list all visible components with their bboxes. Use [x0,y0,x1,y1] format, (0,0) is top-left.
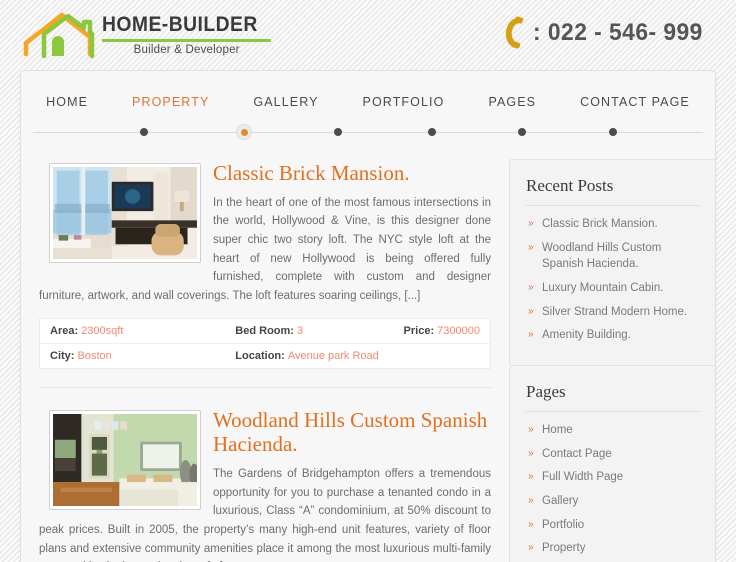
price-value: 7300000 [437,324,480,337]
list-item-label: Classic Brick Mansion. [542,218,658,230]
property-post: Classic Brick Mansion. In the heart of o… [39,159,491,369]
list-item-label: Woodland Hills Custom Spanish Hacienda. [542,241,662,271]
chevron-right-icon: » [528,241,534,253]
table-row: City: Boston Location: Avenue park Road [39,342,491,369]
bedroom-value: 3 [297,324,304,337]
list-item[interactable]: » Amenity Building. [526,327,700,351]
list-item[interactable]: » Home [526,422,700,446]
nav-dot-rail [33,121,703,143]
house-logo-icon [23,12,95,59]
nav-dot-pages[interactable] [518,128,527,136]
list-item-label: Luxury Mountain Cabin. [542,282,664,295]
nav-item-pages[interactable]: PAGES [466,95,558,109]
table-row: Area: 2300sqft Bed Room: 3 Price: 730000… [40,318,491,343]
area-value: 2300sqft [81,324,124,337]
property-details-table: Area: 2300sqft Bed Room: 3 Price: 730000… [39,317,491,369]
content-row: Classic Brick Mansion. In the heart of o… [21,143,715,562]
chevron-right-icon: » [528,424,534,436]
bedroom-label: Bed Room: [235,324,294,337]
logo-wordmark: HOME-BUILDER Builder & Developer [102,10,272,57]
city-value: Boston [77,349,112,362]
nav-dot-portfolio[interactable] [427,128,436,136]
brand-tagline: Builder & Developer [133,44,240,57]
list-item-label: Property [542,542,586,555]
brand-divider [102,39,272,43]
posts-column: Classic Brick Mansion. In the heart of o… [39,159,491,562]
detail-location: Location: Avenue park Road [225,342,491,369]
chevron-right-icon: » [528,542,534,554]
list-item-label: Full Width Page [542,471,624,484]
nav-dot-gallery[interactable] [333,128,342,136]
widget-pages: Pages » Home » Contact Page » Full Width Pa… [509,366,715,562]
phone-handset-icon [506,16,524,49]
list-item-label: Gallery [542,495,579,508]
nav-item-gallery[interactable]: GALLERY [231,95,340,109]
nav-item-contact-page[interactable]: CONTACT PAGE [558,95,712,109]
sidebar: Recent Posts » Classic Brick Mansion. » Wo… [509,159,715,562]
nav-dot-property[interactable] [236,124,253,140]
nav-rail-line [33,132,703,133]
chevron-right-icon: » [528,495,534,507]
chevron-right-icon: » [528,305,534,317]
brand-name: HOME-BUILDER [102,13,258,36]
chevron-right-icon: » [528,471,534,483]
list-item-label: Portfolio [542,518,585,531]
nav-dot-home[interactable] [139,128,148,136]
site-logo[interactable]: HOME-BUILDER Builder & Developer [22,10,272,60]
widget-title: Recent Posts [526,176,700,206]
post-thumbnail[interactable] [49,409,201,510]
detail-price: Price: 7300000 [394,318,491,343]
list-item[interactable]: » Contact Page [526,446,700,470]
detail-city: City: Boston [39,342,226,369]
condo-living-room-image [53,167,197,259]
chevron-right-icon: » [528,518,534,530]
list-item[interactable]: » Classic Brick Mansion. [526,216,700,240]
phone-number: : 022 - 546- 999 [533,19,704,46]
list-item[interactable]: » Woodland Hills Custom Spanish Hacienda. [526,240,700,280]
chevron-right-icon: » [528,282,534,294]
list-item[interactable]: » Gallery [526,493,700,517]
recent-posts-list: » Classic Brick Mansion. » Woodland Hills … [526,216,700,351]
property-post: Woodland Hills Custom Spanish Hacienda. … [39,386,491,562]
content-panel: HOME PROPERTY GALLERY PORTFOLIO PAGES CO… [20,70,716,562]
nav-dot-contact-page[interactable] [608,128,617,136]
nav-item-property[interactable]: PROPERTY [110,95,231,109]
list-item[interactable]: » Full Width Page [526,469,700,493]
post-thumbnail[interactable] [49,163,201,263]
list-item[interactable]: » Property [526,540,700,562]
primary-navigation: HOME PROPERTY GALLERY PORTFOLIO PAGES CO… [21,71,715,109]
list-item-label: Home [542,424,573,437]
list-item-label: Contact Page [542,447,612,460]
green-living-room-image [53,413,197,506]
site-header: HOME-BUILDER Builder & Developer : 022 -… [0,0,736,70]
pages-list: » Home » Contact Page » Full Width Page » Ga… [526,422,700,562]
area-label: Area: [50,324,79,337]
list-item-label: Silver Strand Modern Home. [542,305,688,318]
chevron-right-icon: » [528,447,534,459]
header-phone[interactable]: : 022 - 546- 999 [501,16,712,50]
city-label: City: [50,349,75,362]
location-label: Location: [235,349,285,362]
widget-recent-posts: Recent Posts » Classic Brick Mansion. » Wo… [509,159,715,367]
nav-item-home[interactable]: HOME [24,95,110,109]
list-item[interactable]: » Luxury Mountain Cabin. [526,280,700,304]
chevron-right-icon: » [528,218,534,229]
location-value: Avenue park Road [287,349,379,362]
nav-item-portfolio[interactable]: PORTFOLIO [341,95,467,109]
chevron-right-icon: » [528,329,534,341]
price-label: Price: [403,324,435,337]
widget-title: Pages [526,382,700,413]
list-item[interactable]: » Silver Strand Modern Home. [526,304,700,328]
detail-bedroom: Bed Room: 3 [225,318,393,343]
list-item-label: Amenity Building. [542,329,631,342]
list-item[interactable]: » Portfolio [526,517,700,541]
detail-area: Area: 2300sqft [40,318,226,343]
